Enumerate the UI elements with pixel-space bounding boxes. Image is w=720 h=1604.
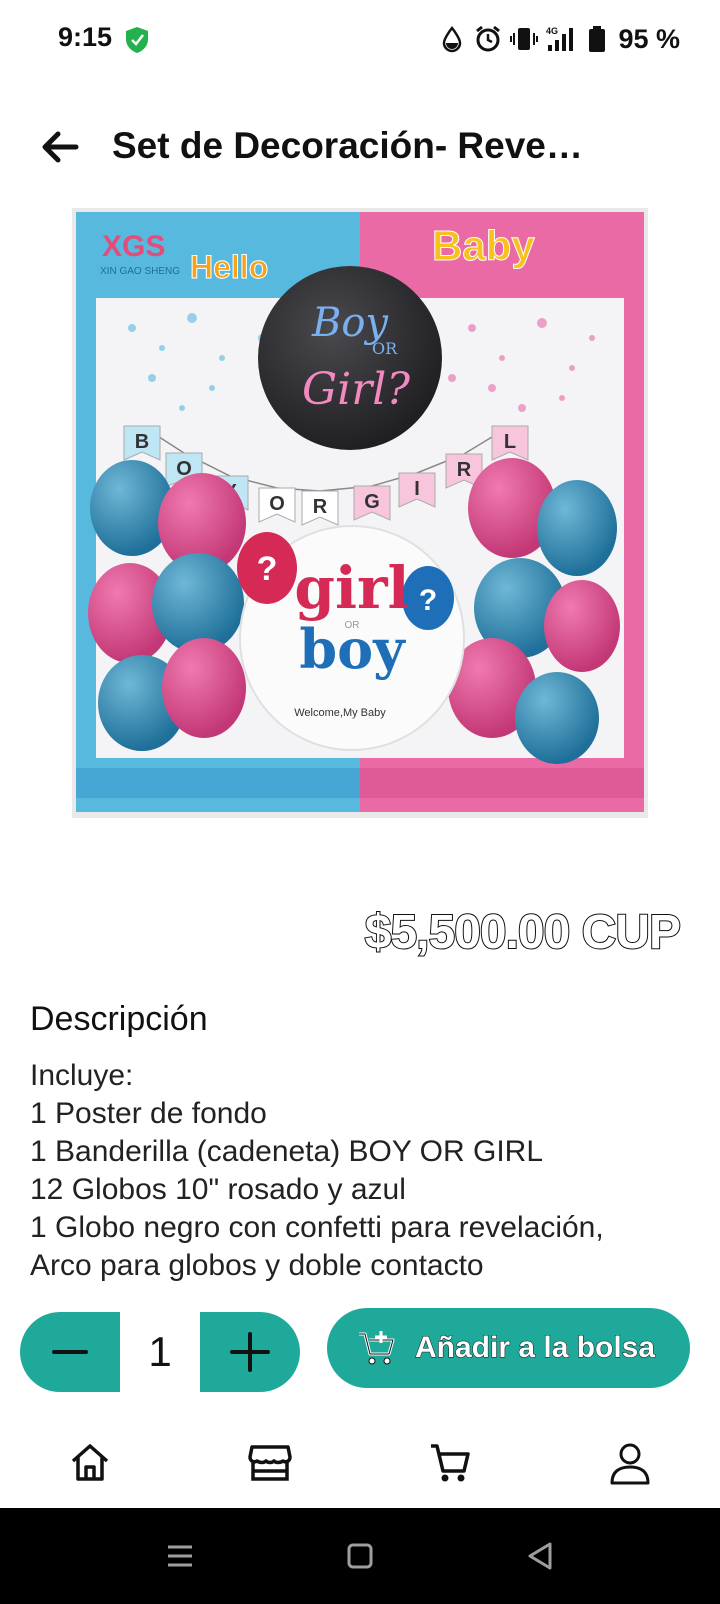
black-balloon <box>258 266 442 450</box>
cart-add-icon <box>359 1331 395 1365</box>
banner-letter: O <box>269 493 285 515</box>
description-line: 1 Globo negro con confetti para revelaci… <box>30 1211 604 1244</box>
home-square-icon[interactable] <box>340 1536 380 1576</box>
banner-letter: B <box>135 431 149 453</box>
svg-text:?: ? <box>419 584 437 617</box>
quantity-stepper: 1 <box>20 1312 300 1392</box>
status-bar: 9:15 4G 95 % <box>0 0 720 80</box>
product-image[interactable]: XGS XIN GAO SHENG Hello Baby Boy OR Girl… <box>72 208 648 818</box>
battery-percent: 95 % <box>618 23 680 54</box>
nav-store[interactable] <box>180 1418 360 1508</box>
add-to-bag-label: Añadir a la bolsa <box>414 1331 656 1365</box>
svg-text:Girl?: Girl? <box>302 364 410 415</box>
banner-letter: I <box>414 478 420 500</box>
banner-letter: L <box>504 431 516 453</box>
svg-text:boy: boy <box>299 617 406 681</box>
plus-icon <box>230 1332 270 1372</box>
brand-sub: XIN GAO SHENG <box>100 266 180 277</box>
description-line: 12 Globos 10" rosado y azul <box>30 1173 406 1206</box>
arrow-left-icon[interactable] <box>36 123 84 171</box>
increase-quantity-button[interactable] <box>200 1312 300 1392</box>
balloons-left <box>88 460 246 751</box>
home-icon <box>71 1444 109 1481</box>
system-nav <box>0 1508 720 1604</box>
recents-icon[interactable] <box>160 1536 200 1576</box>
back-triangle-icon[interactable] <box>520 1536 560 1576</box>
add-to-bag-button[interactable]: Añadir a la bolsa <box>327 1308 690 1388</box>
svg-text:OR: OR <box>372 339 398 358</box>
product-price: $5,500.00 CUP <box>364 905 682 960</box>
brand-logo: XGS <box>102 230 165 263</box>
shield-check-icon <box>126 27 148 53</box>
nav-cart[interactable] <box>360 1418 540 1508</box>
alarm-icon <box>476 25 501 52</box>
battery-icon <box>589 26 606 52</box>
description-line: Incluye: <box>30 1059 134 1092</box>
description-line: 1 Poster de fondo <box>30 1097 267 1130</box>
cart-icon <box>431 1444 470 1482</box>
quantity-value[interactable]: 1 <box>120 1312 200 1392</box>
decrease-quantity-button[interactable] <box>20 1312 120 1392</box>
vibrate-icon <box>510 28 539 50</box>
nav-home[interactable] <box>0 1418 180 1508</box>
signal-icon: 4G <box>546 26 574 51</box>
account-icon <box>610 1443 650 1485</box>
description-line: 1 Banderilla (cadeneta) BOY OR GIRL <box>30 1135 544 1168</box>
store-icon <box>248 1445 292 1481</box>
nav-account[interactable] <box>540 1418 720 1508</box>
description-title: Descripción <box>30 1000 208 1038</box>
water-drop-icon <box>443 25 462 53</box>
baby-text: Baby <box>432 222 535 269</box>
hello-text: Hello <box>190 249 268 285</box>
svg-text:?: ? <box>257 550 278 588</box>
description-body: Incluye: 1 Poster de fondo 1 Banderilla … <box>30 1057 690 1285</box>
banner-letter: R <box>457 459 472 481</box>
status-icons: 4G 95 % <box>438 22 680 56</box>
girl-or-boy-sign: ? ? girl OR boy Welcome,My Baby <box>237 525 465 751</box>
svg-text:girl: girl <box>294 554 409 622</box>
app-header: Set de Decoración- Reve… <box>0 105 720 185</box>
minus-icon <box>52 1350 88 1354</box>
bottom-nav <box>0 1418 720 1508</box>
page-title: Set de Decoración- Reve… <box>112 125 583 166</box>
svg-text:4G: 4G <box>546 26 558 36</box>
banner-letter: R <box>313 496 328 518</box>
description-line: Arco para globos y doble contacto <box>30 1249 484 1282</box>
banner-letter: G <box>364 491 380 513</box>
svg-text:Welcome,My Baby: Welcome,My Baby <box>294 707 386 719</box>
status-time: 9:15 <box>58 22 113 52</box>
